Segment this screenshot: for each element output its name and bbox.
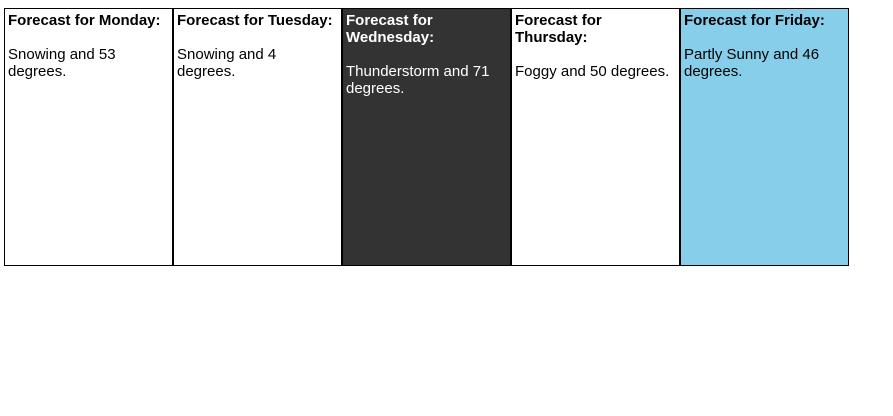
forecast-description: Partly Sunny and 46 degrees. xyxy=(684,46,820,80)
forecast-description: Snowing and 4 degrees. xyxy=(177,46,277,80)
forecast-description: Foggy and 50 degrees. xyxy=(515,63,670,80)
forecast-card-thursday: Forecast for Thursday: Foggy and 50 degr… xyxy=(511,8,680,266)
forecast-title: Forecast for Wednesday: xyxy=(346,12,435,46)
forecast-description: Snowing and 53 degrees. xyxy=(8,46,116,80)
forecast-title: Forecast for Friday: xyxy=(684,12,825,29)
forecast-title: Forecast for Thursday: xyxy=(515,12,602,46)
forecast-description: Thunderstorm and 71 degrees. xyxy=(346,63,490,97)
forecast-title: Forecast for Monday: xyxy=(8,12,161,29)
forecast-card-friday: Forecast for Friday: Partly Sunny and 46… xyxy=(680,8,849,266)
forecast-row: Forecast for Monday: Snowing and 53 degr… xyxy=(4,8,849,266)
forecast-card-monday: Forecast for Monday: Snowing and 53 degr… xyxy=(4,8,173,266)
forecast-title: Forecast for Tuesday: xyxy=(177,12,333,29)
forecast-card-wednesday: Forecast for Wednesday: Thunderstorm and… xyxy=(342,8,511,266)
forecast-card-tuesday: Forecast for Tuesday: Snowing and 4 degr… xyxy=(173,8,342,266)
